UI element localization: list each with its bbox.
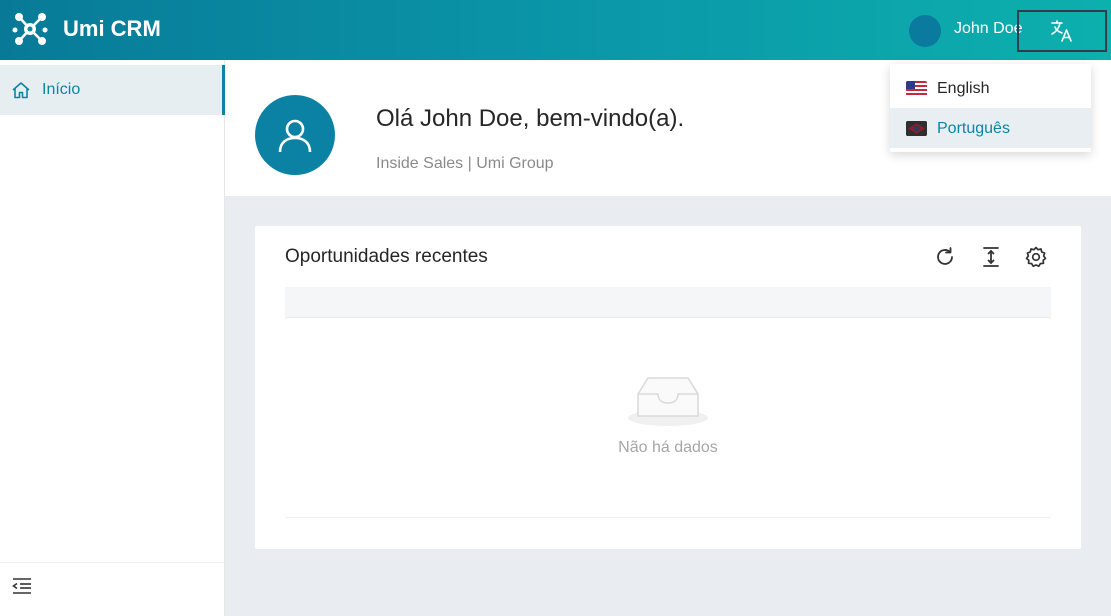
sidebar: Início xyxy=(0,60,225,616)
collapse-menu-icon[interactable] xyxy=(12,577,32,595)
language-label: Português xyxy=(937,120,1010,137)
home-icon xyxy=(12,82,30,99)
language-option-portugues[interactable]: Português xyxy=(890,108,1091,148)
empty-state-text: Não há dados xyxy=(618,439,718,456)
language-switch-button[interactable] xyxy=(1017,10,1107,52)
sidebar-item-inicio[interactable]: Início xyxy=(0,65,225,115)
empty-inbox-icon xyxy=(628,377,708,426)
settings-icon[interactable] xyxy=(1024,245,1048,269)
sidebar-item-label: Início xyxy=(42,81,81,98)
card-title: Oportunidades recentes xyxy=(285,246,488,267)
user-role-company: Inside Sales | Umi Group xyxy=(376,155,554,172)
refresh-icon[interactable] xyxy=(933,245,957,269)
table-divider xyxy=(285,517,1051,518)
app-title: Umi CRM xyxy=(63,16,161,41)
language-menu: English Português xyxy=(890,64,1091,152)
column-height-icon[interactable] xyxy=(979,245,1003,269)
table-header xyxy=(285,287,1051,318)
user-icon xyxy=(278,119,312,153)
us-flag-icon xyxy=(906,81,927,96)
welcome-greeting: Olá John Doe, bem-vindo(a). xyxy=(376,105,685,132)
user-name[interactable]: John Doe xyxy=(954,20,1023,38)
translate-icon xyxy=(1051,20,1072,42)
logo-icon xyxy=(12,13,48,45)
profile-avatar xyxy=(255,95,335,175)
recent-opportunities-card: Oportunidades recentes Não há dados xyxy=(255,226,1081,549)
top-header: Umi CRM John Doe xyxy=(0,0,1111,60)
br-flag-icon xyxy=(906,121,927,136)
language-label: English xyxy=(937,80,990,97)
language-option-english[interactable]: English xyxy=(890,68,1091,108)
sidebar-footer xyxy=(0,562,224,616)
avatar[interactable] xyxy=(909,15,941,47)
